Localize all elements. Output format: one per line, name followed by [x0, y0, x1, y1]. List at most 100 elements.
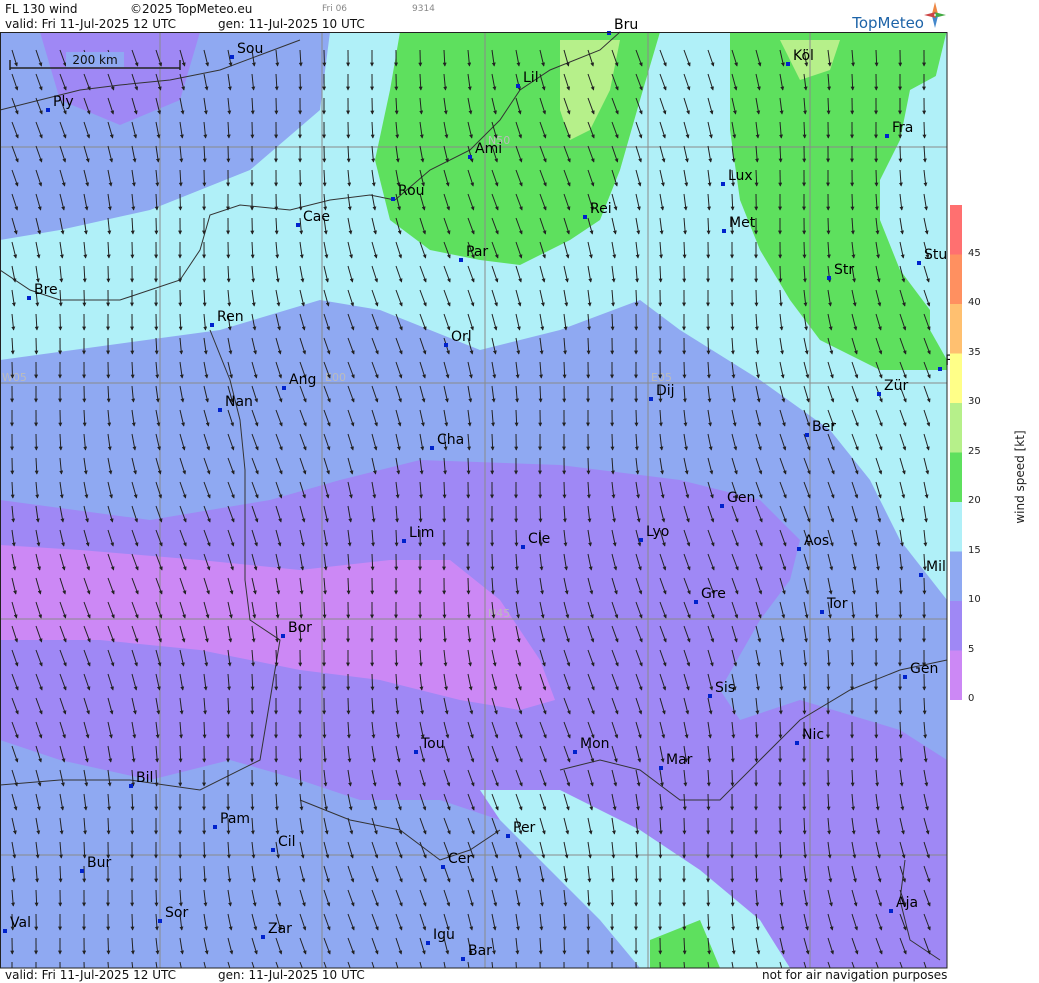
city-marker — [441, 865, 445, 869]
city-marker — [938, 367, 942, 371]
city-marker — [805, 433, 809, 437]
city-marker — [218, 408, 222, 412]
city-label: Zür — [884, 378, 908, 394]
city-label: Gen — [910, 661, 938, 677]
city-marker — [230, 55, 234, 59]
footer-generated-time: gen: 11-Jul-2025 10 UTC — [218, 968, 365, 982]
city-label: Lim — [409, 525, 434, 541]
city-marker — [797, 547, 801, 551]
city-label: Köl — [793, 48, 814, 64]
city-label: Val — [10, 915, 31, 931]
colorbar-segment — [950, 551, 962, 601]
colorbar-segment — [950, 502, 962, 552]
city-marker — [281, 634, 285, 638]
disclaimer: not for air navigation purposes — [762, 968, 948, 982]
city-label: Lil — [523, 70, 539, 86]
city-label: Lyo — [646, 524, 669, 540]
city-label: Aja — [896, 895, 918, 911]
city-label: Mar — [666, 752, 693, 768]
city-marker — [721, 182, 725, 186]
city-marker — [639, 538, 643, 542]
product-title: FL 130 wind — [5, 2, 78, 16]
city-marker — [722, 229, 726, 233]
city-marker — [820, 610, 824, 614]
city-label: Gre — [701, 586, 726, 602]
city-label: Nan — [225, 394, 253, 410]
city-marker — [271, 848, 275, 852]
valid-time: valid: Fri 11-Jul-2025 12 UTC — [5, 17, 177, 31]
colorbar-tick-label: 40 — [968, 297, 981, 308]
city-marker — [27, 296, 31, 300]
city-marker — [402, 539, 406, 543]
colorbar-tick-label: 45 — [968, 247, 981, 259]
city-marker — [506, 834, 510, 838]
city-marker — [708, 694, 712, 698]
copyright: ©2025 TopMeteo.eu — [130, 2, 253, 16]
city-label: Sou — [237, 41, 263, 57]
city-label: Gen — [727, 490, 755, 506]
city-label: Cae — [303, 209, 330, 225]
colorbar-segment — [950, 353, 962, 403]
city-label: Met — [729, 215, 756, 231]
city-label: Bur — [87, 855, 111, 871]
city-marker — [459, 258, 463, 262]
city-label: Igu — [433, 927, 455, 943]
city-marker — [516, 84, 520, 88]
city-label: Str — [834, 262, 854, 278]
city-label: Ber — [812, 419, 836, 435]
colorbar-segment — [950, 304, 962, 354]
city-label: Bil — [136, 770, 153, 786]
city-marker — [694, 600, 698, 604]
colorbar-tick-label: 20 — [968, 495, 981, 506]
city-marker — [158, 919, 162, 923]
generated-time: gen: 11-Jul-2025 10 UTC — [218, 17, 365, 31]
city-label: Stu — [924, 247, 947, 263]
city-marker — [444, 343, 448, 347]
colorbar-segment — [950, 601, 962, 651]
city-label: Per — [513, 820, 536, 836]
colorbar-segment — [950, 452, 962, 502]
city-marker — [649, 397, 653, 401]
city-marker — [659, 766, 663, 770]
colorbar-tick-label: 0 — [968, 693, 975, 704]
city-marker — [3, 929, 7, 933]
city-marker — [903, 675, 907, 679]
city-marker — [213, 825, 217, 829]
city-label: Bru — [614, 17, 638, 33]
legend-title: wind speed [kt] — [1013, 430, 1027, 524]
city-marker — [430, 446, 434, 450]
city-marker — [786, 62, 790, 66]
colorbar-segment — [950, 403, 962, 453]
city-label: Fra — [892, 120, 913, 136]
footer-valid-time: valid: Fri 11-Jul-2025 12 UTC — [5, 968, 177, 982]
city-marker — [521, 545, 525, 549]
city-label: Ply — [53, 94, 74, 110]
city-label: Aos — [804, 533, 829, 549]
city-label: Zar — [268, 921, 292, 937]
city-marker — [210, 323, 214, 327]
colorbar-tick-label: 25 — [968, 445, 981, 457]
city-label: Sor — [165, 905, 188, 921]
city-label: Pam — [220, 811, 250, 827]
city-marker — [296, 223, 300, 227]
city-marker — [917, 261, 921, 265]
colorbar-segment — [950, 650, 962, 700]
city-label: Cle — [528, 531, 550, 547]
city-marker — [889, 909, 893, 913]
city-label: Ang — [289, 372, 316, 388]
city-marker — [877, 392, 881, 396]
city-marker — [261, 935, 265, 939]
city-label: Cil — [278, 834, 296, 850]
city-marker — [414, 750, 418, 754]
city-label: Mon — [580, 736, 610, 752]
city-marker — [282, 386, 286, 390]
city-label: Rei — [590, 201, 612, 217]
city-marker — [827, 276, 831, 280]
city-label: Bre — [34, 282, 58, 298]
city-marker — [795, 741, 799, 745]
city-marker — [583, 215, 587, 219]
city-label: Nic — [802, 727, 824, 743]
city-label: Orl — [451, 329, 472, 345]
city-marker — [885, 134, 889, 138]
city-label: Par — [466, 244, 488, 260]
